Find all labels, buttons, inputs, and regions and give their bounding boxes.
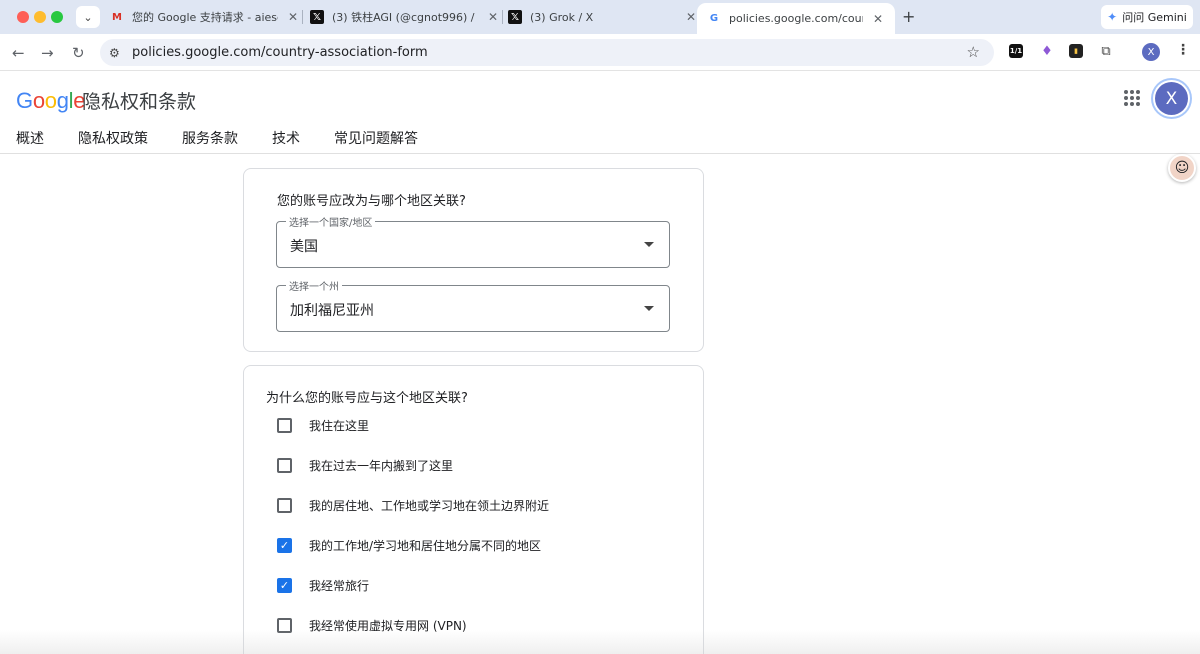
reason-option-label: 我的工作地/学习地和居住地分属不同的地区 [309, 539, 542, 553]
reason-question: 为什么您的账号应与这个地区关联? [266, 391, 468, 406]
reason-option[interactable]: 我的居住地、工作地或学习地在领土边界附近 [277, 497, 549, 514]
maximize-window-button[interactable] [51, 11, 63, 23]
dropdown-caret-icon [644, 242, 654, 247]
reason-option-label: 我住在这里 [309, 419, 370, 433]
reason-option[interactable]: ✓ 我经常旅行 [277, 577, 369, 594]
url-text[interactable]: policies.google.com/country-association-… [132, 45, 428, 60]
checkbox[interactable] [277, 458, 292, 473]
country-select-label: 选择一个国家/地区 [286, 214, 376, 229]
tab-search-button[interactable]: ⌄ [76, 6, 100, 28]
girl-face-icon: ☺ [1174, 160, 1190, 176]
reload-icon[interactable]: ↻ [72, 44, 85, 62]
gemini-button[interactable]: ✦ 问问 Gemini [1101, 5, 1193, 29]
nav-terms-of-service[interactable]: 服务条款 [182, 128, 238, 148]
gemini-icon: ✦ [1107, 10, 1118, 24]
state-select-value: 加利福尼亚州 [290, 303, 374, 319]
close-icon[interactable]: ✕ [871, 12, 885, 26]
close-icon[interactable]: ✕ [286, 10, 300, 24]
main-nav: 概述 隐私权政策 服务条款 技术 常见问题解答 [16, 128, 452, 148]
checkbox[interactable]: ✓ [277, 578, 292, 593]
checkbox[interactable]: ✓ [277, 538, 292, 553]
back-arrow-icon[interactable]: ← [12, 44, 25, 62]
reason-card: 为什么您的账号应与这个地区关联? 我住在这里 我在过去一年内搬到了这里 我的居住… [243, 365, 704, 654]
gmail-icon: M [112, 11, 122, 23]
country-select-value: 美国 [290, 239, 318, 255]
checkbox[interactable] [277, 418, 292, 433]
tab-title: 您的 Google 支持请求 - aiesec [132, 11, 278, 24]
nav-overview[interactable]: 概述 [16, 128, 44, 148]
reason-option[interactable]: ✓ 我的工作地/学习地和居住地分属不同的地区 [277, 537, 541, 554]
minimize-window-button[interactable] [34, 11, 46, 23]
nav-privacy-policy[interactable]: 隐私权政策 [78, 128, 148, 148]
x-icon: 𝕏 [508, 10, 522, 24]
extension-chart-icon[interactable]: ▮ [1069, 44, 1083, 58]
tab-grok[interactable]: 𝕏 (3) Grok / X ✕ [508, 5, 698, 29]
reason-option-label: 我的居住地、工作地或学习地在领土边界附近 [309, 499, 550, 513]
google-logo[interactable]: Google [16, 88, 85, 114]
close-window-button[interactable] [17, 11, 29, 23]
forward-arrow-icon[interactable]: → [41, 44, 54, 62]
gemini-button-label: 问问 Gemini [1122, 11, 1187, 24]
extension-translate-icon[interactable]: 1/1 [1009, 44, 1023, 58]
browser-toolbar: ← → ↻ ⚙ policies.google.com/country-asso… [0, 34, 1200, 71]
reason-option[interactable]: 我经常使用虚拟专用网 (VPN) [277, 617, 467, 634]
state-select-label: 选择一个州 [286, 278, 342, 293]
google-apps-icon[interactable] [1124, 90, 1140, 106]
tab-title: policies.google.com/country- [729, 12, 863, 25]
tab-title: (3) Grok / X [530, 10, 594, 24]
new-tab-button[interactable]: + [902, 7, 915, 26]
address-bar[interactable]: ⚙ policies.google.com/country-associatio… [100, 39, 994, 66]
google-g-icon: G [709, 13, 719, 24]
x-icon: 𝕏 [310, 10, 324, 24]
tab-title: (3) 铁柱AGI (@cgnot996) / X [332, 11, 478, 24]
account-avatar[interactable]: X [1155, 82, 1188, 115]
reason-option-label: 我经常旅行 [309, 579, 370, 593]
more-menu-icon[interactable]: ⋮ [1176, 42, 1190, 58]
tab-divider [502, 10, 503, 24]
region-card: 您的账号应改为与哪个地区关联? 选择一个国家/地区 美国 选择一个州 加利福尼亚… [243, 168, 704, 352]
state-select[interactable]: 选择一个州 加利福尼亚州 [276, 278, 670, 332]
tab-google-policies[interactable]: G policies.google.com/country- ✕ [697, 3, 895, 34]
bookmark-star-icon[interactable]: ☆ [967, 43, 980, 61]
checkbox[interactable] [277, 498, 292, 513]
close-icon[interactable]: ✕ [684, 10, 698, 24]
reason-option[interactable]: 我住在这里 [277, 417, 369, 434]
dropdown-caret-icon [644, 306, 654, 311]
browser-profile-avatar[interactable]: X [1142, 43, 1160, 61]
avatar-initial: X [1165, 88, 1178, 109]
chevron-down-icon: ⌄ [83, 10, 93, 24]
extension-ai-icon[interactable]: ♦ [1040, 44, 1054, 59]
close-icon[interactable]: ✕ [486, 10, 500, 24]
checkbox[interactable] [277, 618, 292, 633]
tab-divider [302, 10, 303, 24]
region-question: 您的账号应改为与哪个地区关联? [277, 194, 466, 209]
site-title[interactable]: 隐私权和条款 [82, 87, 196, 114]
tab-gmail[interactable]: M 您的 Google 支持请求 - aiesec ✕ [110, 5, 300, 29]
site-settings-icon[interactable]: ⚙ [109, 46, 127, 60]
nav-faq[interactable]: 常见问题解答 [334, 128, 418, 148]
tab-strip: ⌄ M 您的 Google 支持请求 - aiesec ✕ 𝕏 (3) 铁柱AG… [0, 0, 1200, 34]
tab-x-profile[interactable]: 𝕏 (3) 铁柱AGI (@cgnot996) / X ✕ [310, 5, 500, 29]
page-header: Google 隐私权和条款 X 概述 隐私权政策 服务条款 技术 常见问题解答 [0, 72, 1200, 154]
country-select[interactable]: 选择一个国家/地区 美国 [276, 214, 670, 268]
reason-option-label: 我经常使用虚拟专用网 (VPN) [309, 619, 467, 633]
reason-option[interactable]: 我在过去一年内搬到了这里 [277, 457, 453, 474]
extensions-puzzle-icon[interactable]: ⧉ [1099, 44, 1113, 59]
floating-assistant-avatar[interactable]: ☺ [1168, 154, 1196, 182]
profile-initial: X [1147, 46, 1155, 58]
nav-technologies[interactable]: 技术 [272, 128, 300, 148]
reason-option-label: 我在过去一年内搬到了这里 [309, 459, 454, 473]
